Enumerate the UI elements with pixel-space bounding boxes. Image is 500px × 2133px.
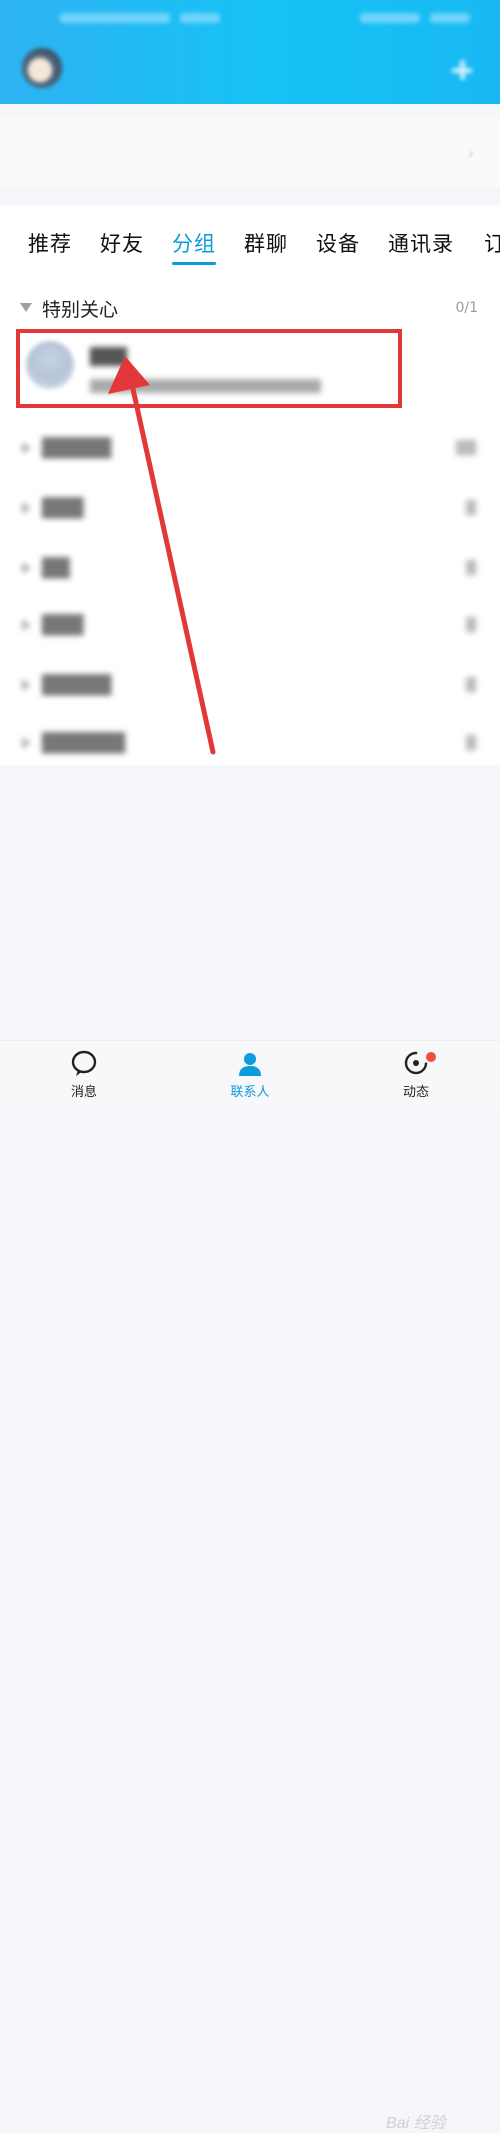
annotation-arrow [108,356,216,755]
watermark: Bai 经验 [386,2115,446,2132]
